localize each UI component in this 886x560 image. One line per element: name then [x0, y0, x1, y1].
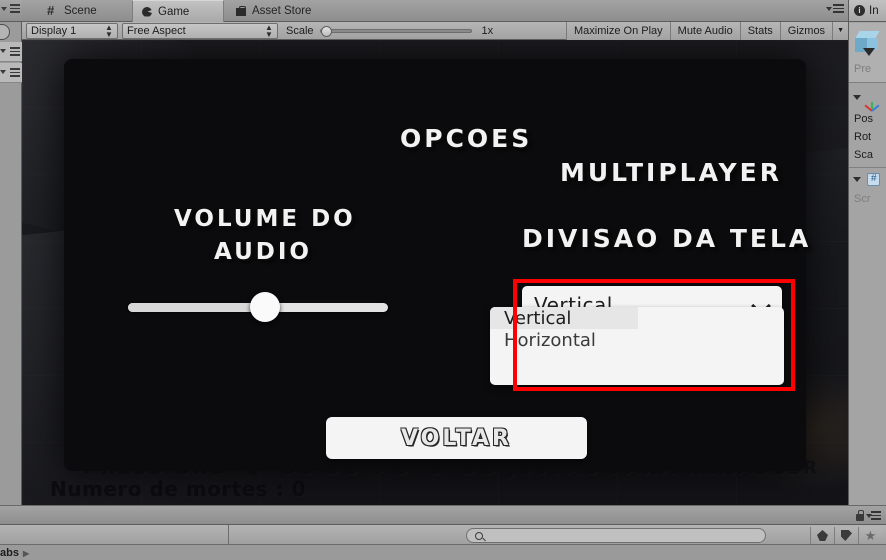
inspector-panel: i In Pre Pos Rot Sca # Scr: [848, 0, 886, 505]
game-render-view[interactable]: PRESSIONE 'Q' OU BOTAO '3' DO JOYPAD PAR…: [22, 40, 848, 505]
lock-icon[interactable]: [856, 510, 864, 521]
divider: [849, 167, 886, 168]
row-menu-icon[interactable]: [5, 68, 21, 78]
collapse-triangle-icon[interactable]: [853, 94, 861, 100]
label-filter-button[interactable]: [834, 527, 858, 544]
collapse-triangle-icon[interactable]: [853, 176, 861, 182]
project-filter-buttons: ★: [810, 527, 882, 544]
mute-audio-button[interactable]: Mute Audio: [669, 21, 740, 40]
panel-menu-icon[interactable]: [826, 4, 844, 16]
prefab-label: Pre: [854, 63, 872, 75]
panel-menu-icon[interactable]: [866, 511, 882, 522]
unity-editor-window: Scene Game Asset Store Display 1 ▲▼ Fr: [0, 0, 886, 560]
options-menu-overlay: [64, 59, 806, 471]
transform-position-row[interactable]: Pos: [849, 110, 886, 128]
rotation-label: Rot: [854, 131, 872, 143]
position-label: Pos: [854, 113, 873, 125]
aspect-dropdown[interactable]: Free Aspect ▲ ▼: [122, 22, 278, 39]
back-button[interactable]: VOLTAR: [326, 417, 587, 459]
display-dropdown[interactable]: Display 1 ▲ ▼: [26, 22, 118, 39]
back-button-label: VOLTAR: [401, 425, 512, 451]
tab-scene-label: Scene: [64, 5, 97, 17]
volume-slider-fill: [128, 303, 256, 312]
scale-label: Scale: [286, 24, 314, 37]
scale-label: Sca: [854, 149, 873, 161]
row-menu-icon[interactable]: [5, 47, 21, 57]
game-toolbar-right: Maximize On Play Mute Audio Stats Gizmos…: [566, 21, 848, 40]
chevron-down-icon: ▼: [837, 26, 844, 34]
transform-scale-row[interactable]: Sca: [849, 146, 886, 164]
volume-label-line2: AUDIO: [214, 239, 312, 265]
transform-component-header[interactable]: [849, 88, 886, 112]
breadcrumb[interactable]: abs ▶: [0, 546, 886, 560]
tab-asset-store[interactable]: Asset Store: [226, 0, 344, 22]
editor-tabbar: Scene Game Asset Store: [22, 0, 848, 22]
scale-control[interactable]: Scale 1x: [286, 25, 493, 37]
updown-arrows-icon: ▲ ▼: [105, 22, 113, 39]
project-panel: ★ abs ▶: [0, 505, 886, 560]
panel-row-1[interactable]: [0, 42, 22, 62]
panel-menu-icon[interactable]: [5, 4, 21, 15]
tab-scene[interactable]: Scene: [38, 0, 130, 22]
star-icon: ★: [864, 527, 877, 543]
gizmos-dropdown-arrow[interactable]: ▼: [832, 21, 848, 40]
hash-icon: [47, 5, 59, 17]
panel-row-2[interactable]: [0, 63, 22, 83]
aspect-dropdown-label: Free Aspect: [127, 24, 186, 37]
updown-arrows-icon: ▲ ▼: [265, 22, 273, 39]
chevron-down-icon: [866, 514, 872, 518]
scale-slider-knob[interactable]: [320, 25, 332, 37]
search-icon: [475, 531, 483, 540]
game-pacman-icon: [141, 6, 153, 18]
hierarchy-tabbar: [0, 0, 22, 22]
csharp-script-icon: [867, 172, 880, 186]
search-input[interactable]: [487, 530, 757, 541]
chevron-right-icon: ▶: [22, 548, 30, 558]
script-component-header[interactable]: [849, 170, 886, 188]
shopping-bag-icon: [235, 5, 247, 17]
tab-inspector[interactable]: i In: [849, 0, 886, 22]
hud-deaths-counter: Numero de mortes : 0: [50, 477, 307, 501]
transform-rotation-row[interactable]: Rot: [849, 128, 886, 146]
prefab-cube-icon: [854, 31, 881, 56]
game-panel: Scene Game Asset Store Display 1 ▲▼ Fr: [22, 0, 848, 505]
project-tabbar: [0, 505, 886, 525]
tab-inspector-label: In: [869, 4, 879, 17]
asset-type-filter-button[interactable]: [810, 527, 834, 544]
display-dropdown-label: Display 1: [31, 24, 77, 37]
multiplayer-title: MULTIPLAYER: [560, 158, 782, 187]
tab-asset-store-label: Asset Store: [252, 5, 312, 17]
tab-game[interactable]: Game: [132, 0, 224, 22]
volume-label-line1: VOLUME DO: [174, 206, 356, 232]
favorites-filter-button[interactable]: ★: [858, 527, 882, 544]
game-view-toolbar: Display 1 ▲ ▼ Free Aspect ▲ ▼ Scale 1x Max…: [22, 21, 848, 40]
script-row[interactable]: Scr: [849, 190, 886, 208]
tab-game-label: Game: [158, 5, 190, 18]
inspector-object-header: Pre: [849, 23, 886, 83]
volume-slider-handle[interactable]: [250, 292, 280, 322]
chevron-down-icon: [826, 7, 832, 11]
tag-icon: [841, 530, 852, 541]
stats-button[interactable]: Stats: [739, 21, 780, 40]
panel-circle-control[interactable]: [0, 24, 10, 40]
gizmos-button[interactable]: Gizmos: [779, 21, 833, 40]
volume-slider[interactable]: [128, 292, 388, 322]
hierarchy-panel-edge: [0, 0, 22, 505]
maximize-on-play-button[interactable]: Maximize On Play: [566, 21, 670, 40]
dropdown-red-highlight-box: [513, 279, 795, 391]
options-title: OPCOES: [400, 124, 533, 153]
asset-type-icon: [817, 530, 828, 541]
split-screen-label: DIVISAO DA TELA: [522, 224, 812, 253]
scale-value: 1x: [481, 24, 494, 37]
transform-axis-icon: [864, 90, 880, 112]
breadcrumb-label: abs: [0, 547, 19, 559]
project-search-box[interactable]: [466, 528, 766, 543]
toolbar-divider: [228, 525, 229, 545]
scale-slider-track[interactable]: [319, 25, 472, 37]
script-label: Scr: [854, 193, 871, 205]
info-icon: i: [854, 5, 865, 16]
